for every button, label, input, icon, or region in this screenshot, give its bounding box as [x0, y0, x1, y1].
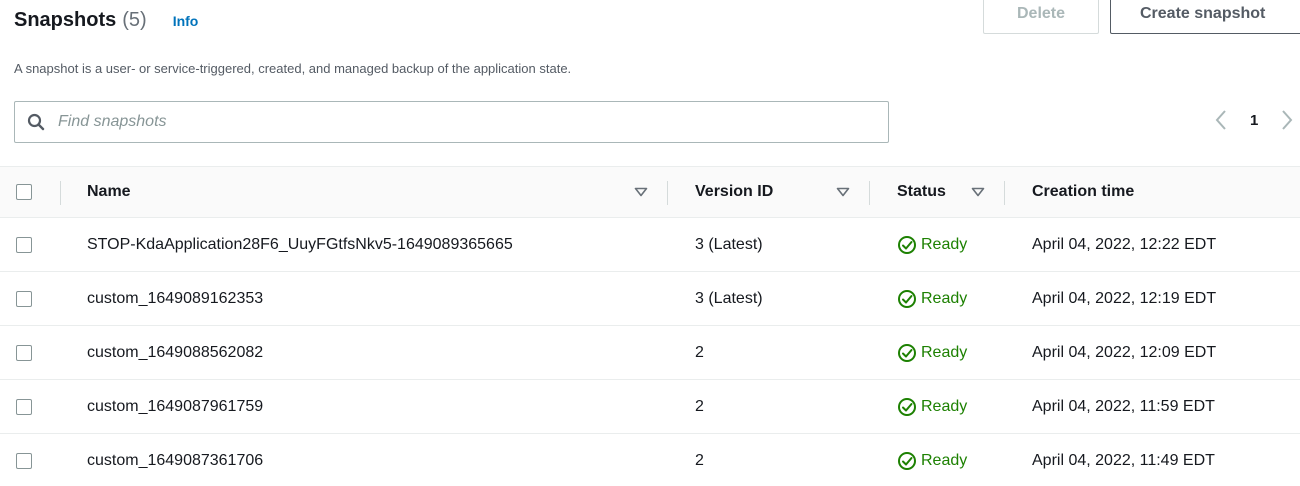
snapshots-table: Name Version ID Status Creation time STO…	[0, 166, 1300, 486]
column-header-version[interactable]: Version ID	[695, 167, 773, 217]
select-all-checkbox[interactable]	[16, 184, 32, 200]
table-row[interactable]: custom_1649087361706 2 Ready April 04, 2…	[0, 434, 1300, 486]
chevron-left-icon[interactable]	[1214, 109, 1228, 131]
delete-button[interactable]: Delete	[983, 0, 1099, 34]
creation-time: April 04, 2022, 12:19 EDT	[1032, 289, 1217, 307]
page-description: A snapshot is a user- or service-trigger…	[14, 61, 572, 76]
table-row[interactable]: custom_1649087961759 2 Ready April 04, 2…	[0, 380, 1300, 434]
check-circle-icon	[898, 235, 916, 254]
row-checkbox[interactable]	[16, 398, 32, 415]
version-id: 3 (Latest)	[695, 235, 763, 253]
table-row[interactable]: STOP-KdaApplication28F6_UuyFGtfsNkv5-164…	[0, 218, 1300, 272]
status-badge: Ready	[897, 380, 967, 433]
version-id: 2	[695, 343, 704, 361]
status-label: Ready	[921, 397, 968, 415]
row-checkbox[interactable]	[16, 236, 32, 253]
status-badge: Ready	[897, 326, 967, 379]
table-row[interactable]: custom_1649089162353 3 (Latest) Ready Ap…	[0, 272, 1300, 326]
table-header: Name Version ID Status Creation time	[0, 166, 1300, 218]
column-header-status[interactable]: Status	[897, 167, 946, 217]
search-input[interactable]	[56, 112, 840, 132]
snapshot-name: custom_1649087961759	[87, 397, 264, 415]
creation-time: April 04, 2022, 12:09 EDT	[1032, 343, 1217, 361]
column-divider[interactable]	[667, 181, 668, 205]
caret-down-icon[interactable]	[634, 167, 648, 217]
column-header-creation-time[interactable]: Creation time	[1032, 167, 1134, 217]
page-title: Snapshots	[14, 9, 117, 31]
pagination: 1	[1214, 109, 1294, 131]
search-icon	[27, 113, 45, 131]
snapshot-name: custom_1649089162353	[87, 289, 264, 307]
check-circle-icon	[898, 289, 916, 308]
status-badge: Ready	[897, 434, 967, 486]
creation-time: April 04, 2022, 11:49 EDT	[1032, 451, 1215, 469]
column-divider[interactable]	[60, 181, 61, 205]
row-select-cell	[16, 380, 32, 433]
info-link[interactable]: Info	[173, 13, 199, 29]
snapshot-name: STOP-KdaApplication28F6_UuyFGtfsNkv5-164…	[87, 235, 513, 253]
status-badge: Ready	[897, 218, 967, 271]
snapshot-count: (5)	[122, 9, 147, 31]
table-row[interactable]: custom_1649088562082 2 Ready April 04, 2…	[0, 326, 1300, 380]
search-box[interactable]	[14, 101, 889, 143]
page-number[interactable]: 1	[1250, 112, 1258, 129]
snapshot-name: custom_1649087361706	[87, 451, 264, 469]
caret-down-icon[interactable]	[836, 167, 850, 217]
column-header-name[interactable]: Name	[87, 167, 131, 217]
row-checkbox[interactable]	[16, 452, 32, 469]
version-id: 2	[695, 397, 704, 415]
caret-down-icon[interactable]	[971, 167, 985, 217]
row-checkbox[interactable]	[16, 290, 32, 307]
snapshots-panel: Snapshots (5) Info Delete Create snapsho…	[0, 0, 1300, 486]
creation-time: April 04, 2022, 11:59 EDT	[1032, 397, 1215, 415]
row-select-cell	[16, 218, 32, 271]
status-label: Ready	[921, 289, 968, 307]
table-body: STOP-KdaApplication28F6_UuyFGtfsNkv5-164…	[0, 218, 1300, 486]
row-select-cell	[16, 434, 32, 486]
row-checkbox[interactable]	[16, 344, 32, 361]
status-label: Ready	[921, 235, 968, 253]
version-id: 2	[695, 451, 704, 469]
create-snapshot-button[interactable]: Create snapshot	[1110, 0, 1300, 34]
status-badge: Ready	[897, 272, 967, 325]
version-id: 3 (Latest)	[695, 289, 763, 307]
check-circle-icon	[898, 397, 916, 416]
row-select-cell	[16, 272, 32, 325]
column-divider[interactable]	[1004, 181, 1005, 205]
check-circle-icon	[898, 451, 916, 470]
row-select-cell	[16, 326, 32, 379]
select-all-cell	[16, 167, 32, 217]
status-label: Ready	[921, 343, 968, 361]
snapshot-name: custom_1649088562082	[87, 343, 264, 361]
header: Snapshots (5) Info	[14, 9, 198, 32]
creation-time: April 04, 2022, 12:22 EDT	[1032, 235, 1217, 253]
check-circle-icon	[898, 343, 916, 362]
chevron-right-icon[interactable]	[1280, 109, 1294, 131]
status-label: Ready	[921, 451, 968, 469]
column-divider[interactable]	[869, 181, 870, 205]
